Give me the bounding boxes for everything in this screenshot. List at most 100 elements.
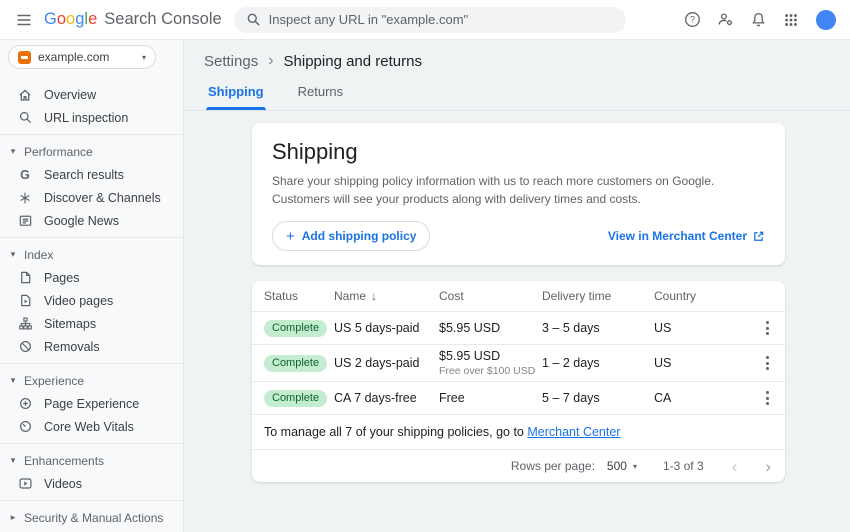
policy-cost: Free <box>439 391 542 405</box>
property-icon <box>18 51 31 64</box>
page-title: Shipping and returns <box>284 53 422 70</box>
user-settings-icon[interactable] <box>711 6 739 34</box>
column-header-status[interactable]: Status <box>264 289 334 303</box>
sidebar-item-page-experience[interactable]: Page Experience <box>0 392 183 415</box>
svg-text:?: ? <box>690 15 695 25</box>
sidebar-item-url-inspection[interactable]: URL inspection <box>0 106 183 129</box>
help-icon[interactable]: ? <box>678 6 706 34</box>
top-app-bar: Google Search Console ? <box>0 0 850 40</box>
tab-returns[interactable]: Returns <box>296 84 346 110</box>
url-inspection-input[interactable] <box>269 12 626 27</box>
property-selector[interactable]: example.com ▾ <box>8 45 156 69</box>
breadcrumb: Settings › Shipping and returns <box>184 40 850 70</box>
sidebar-item-video-pages[interactable]: Video pages <box>0 289 183 312</box>
sidebar-item-videos[interactable]: Videos <box>0 472 183 495</box>
sidebar-item-overview[interactable]: Overview <box>0 83 183 106</box>
sidebar-section-enhancements[interactable]: ▾ Enhancements <box>0 449 183 472</box>
tab-bar: Shipping Returns <box>184 70 850 111</box>
speedometer-icon <box>17 419 33 434</box>
news-icon <box>17 213 33 228</box>
video-page-icon <box>17 293 33 308</box>
merchant-center-link[interactable]: Merchant Center <box>527 425 620 439</box>
pagination-range: 1-3 of 3 <box>663 459 704 473</box>
pages-icon <box>17 270 33 285</box>
sidebar-item-sitemaps[interactable]: Sitemaps <box>0 312 183 335</box>
rows-per-page-select[interactable]: 500 ▾ <box>607 459 637 473</box>
previous-page-icon[interactable]: ‹ <box>732 458 738 475</box>
url-inspection-searchbar[interactable] <box>234 7 626 33</box>
sidebar-item-removals[interactable]: Removals <box>0 335 183 358</box>
column-header-delivery-time[interactable]: Delivery time <box>542 289 654 303</box>
divider <box>0 363 183 364</box>
sidebar-item-search-results[interactable]: G Search results <box>0 163 183 186</box>
column-header-cost[interactable]: Cost <box>439 289 542 303</box>
card-title: Shipping <box>272 139 765 165</box>
removals-blocked-icon <box>17 339 33 354</box>
policy-cost: $5.95 USD <box>439 321 542 335</box>
account-avatar[interactable] <box>816 10 836 30</box>
sidebar-item-pages[interactable]: Pages <box>0 266 183 289</box>
apps-grid-icon[interactable] <box>777 6 805 34</box>
sort-desc-icon: ↓ <box>371 289 377 303</box>
property-label: example.com <box>38 50 135 64</box>
pagination-bar: Rows per page: 500 ▾ 1-3 of 3 ‹ › <box>252 449 785 482</box>
policy-cost: $5.95 USD <box>439 349 542 363</box>
sidebar-section-performance[interactable]: ▾ Performance <box>0 140 183 163</box>
breadcrumb-settings[interactable]: Settings <box>204 53 258 70</box>
policy-cost-note: Free over $100 USD <box>439 365 542 377</box>
google-logo[interactable]: Google Search Console <box>44 11 222 28</box>
policy-country: US <box>654 321 745 335</box>
chevron-down-icon: ▾ <box>8 249 18 260</box>
divider <box>0 443 183 444</box>
table-row: Complete US 5 days-paid $5.95 USD 3 – 5 … <box>252 312 785 345</box>
kebab-menu-icon[interactable] <box>762 387 773 409</box>
hamburger-menu-icon[interactable] <box>10 6 38 34</box>
divider <box>0 134 183 135</box>
external-link-icon <box>752 230 765 243</box>
policy-name: US 5 days-paid <box>334 321 439 335</box>
sidebar-item-google-news[interactable]: Google News <box>0 209 183 232</box>
search-icon <box>17 110 33 125</box>
column-header-name[interactable]: Name ↓ <box>334 289 439 303</box>
table-header-row: Status Name ↓ Cost Delivery time Country <box>252 281 785 312</box>
policy-name: CA 7 days-free <box>334 391 439 405</box>
chevron-down-icon: ▾ <box>8 375 18 386</box>
chevron-right-icon: ▸ <box>8 512 18 523</box>
kebab-menu-icon[interactable] <box>762 317 773 339</box>
sidebar-nav: Overview URL inspection ▾ Performance G … <box>0 83 183 529</box>
page-experience-icon <box>17 396 33 411</box>
kebab-menu-icon[interactable] <box>762 352 773 374</box>
shipping-intro-card: Shipping Share your shipping policy info… <box>252 123 785 265</box>
sidebar-section-security[interactable]: ▸ Security & Manual Actions <box>0 506 183 529</box>
policy-delivery: 1 – 2 days <box>542 356 654 370</box>
chevron-down-icon: ▾ <box>633 462 637 471</box>
card-description: Share your shipping policy information w… <box>272 172 740 208</box>
notifications-bell-icon[interactable] <box>744 6 772 34</box>
product-name: Search Console <box>104 11 221 28</box>
tab-shipping[interactable]: Shipping <box>206 84 266 110</box>
next-page-icon[interactable]: › <box>765 458 771 475</box>
main-content: Settings › Shipping and returns Shipping… <box>184 40 850 532</box>
sidebar-section-index[interactable]: ▾ Index <box>0 243 183 266</box>
sidebar-item-core-web-vitals[interactable]: Core Web Vitals <box>0 415 183 438</box>
play-video-icon <box>17 476 33 491</box>
policy-delivery: 3 – 5 days <box>542 321 654 335</box>
divider <box>0 237 183 238</box>
status-badge: Complete <box>264 390 327 407</box>
sidebar-item-discover[interactable]: Discover & Channels <box>0 186 183 209</box>
table-row: Complete US 2 days-paid $5.95 USD Free o… <box>252 345 785 382</box>
table-footer-note: To manage all 7 of your shipping policie… <box>252 415 785 449</box>
sparkle-icon <box>17 191 33 205</box>
google-g-icon: G <box>17 168 33 182</box>
chevron-down-icon: ▾ <box>8 146 18 157</box>
add-shipping-policy-button[interactable]: + Add shipping policy <box>272 221 430 251</box>
sidebar-section-experience[interactable]: ▾ Experience <box>0 369 183 392</box>
table-row: Complete CA 7 days-free Free 5 – 7 days … <box>252 382 785 415</box>
rows-per-page-label: Rows per page: <box>511 459 595 473</box>
home-icon <box>17 87 33 103</box>
view-in-merchant-center-link[interactable]: View in Merchant Center <box>608 229 765 243</box>
policy-country: US <box>654 356 745 370</box>
sitemap-icon <box>17 316 33 331</box>
column-header-country[interactable]: Country <box>654 289 745 303</box>
status-badge: Complete <box>264 355 327 372</box>
